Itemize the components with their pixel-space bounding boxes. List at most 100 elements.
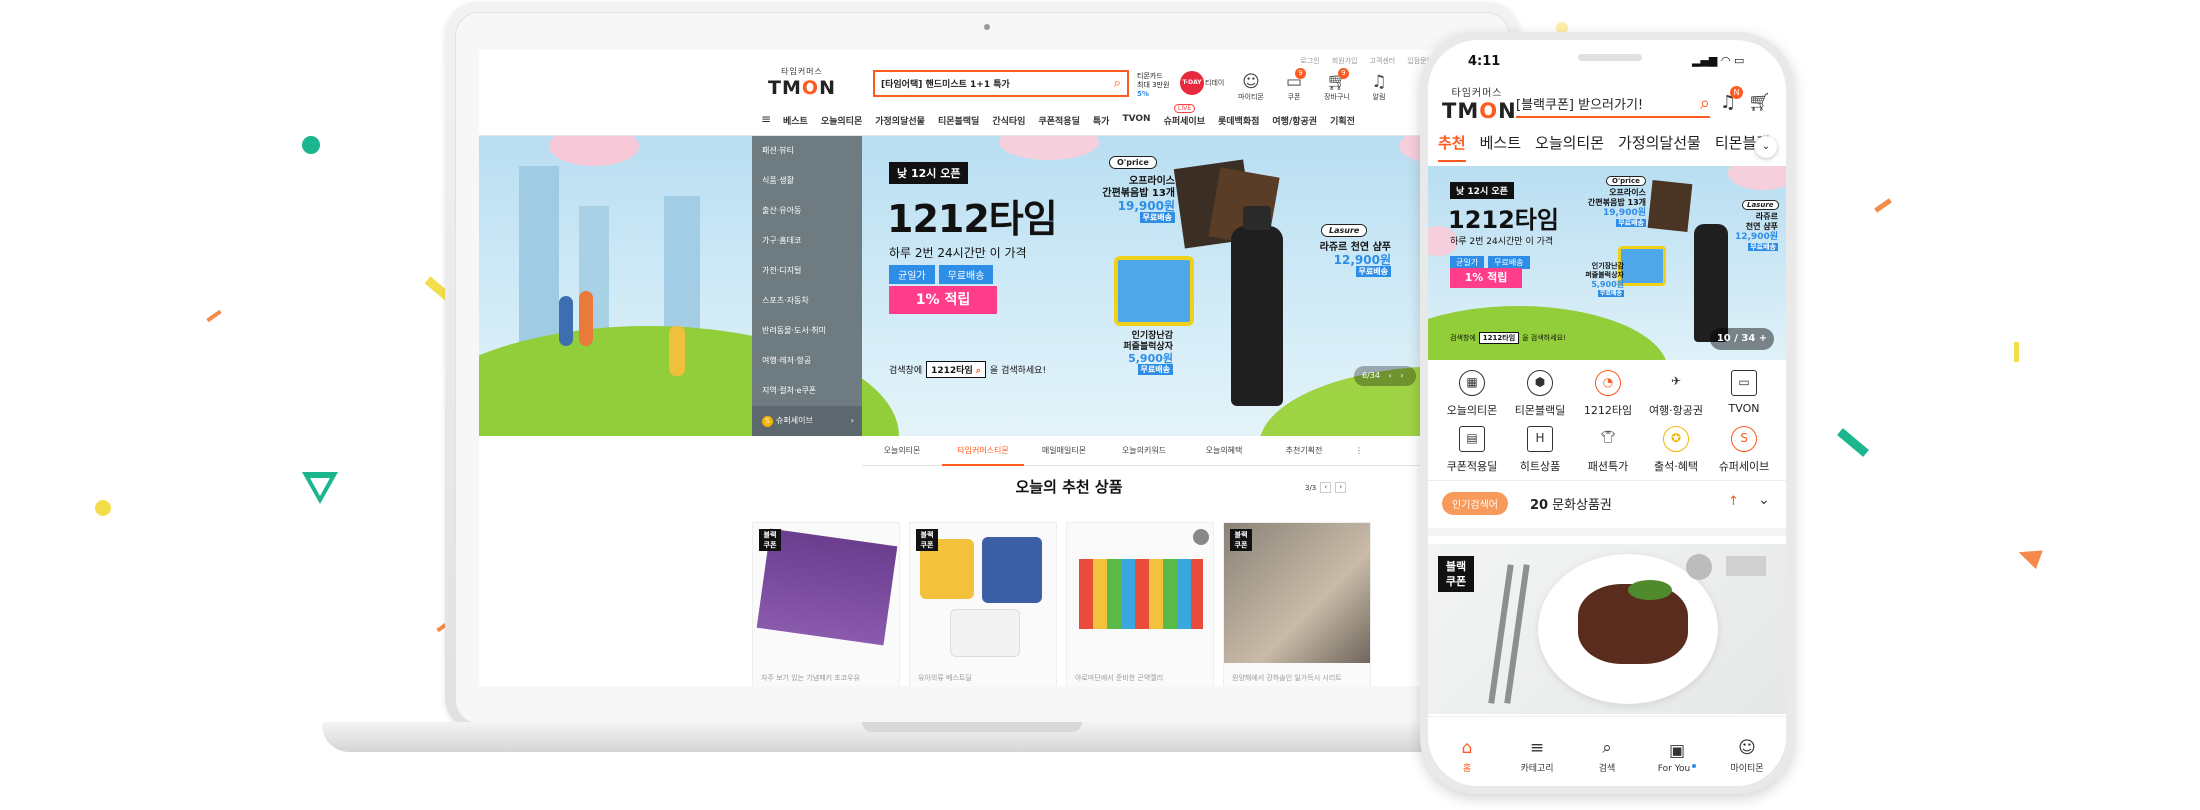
laptop-camera: [984, 24, 990, 30]
toy-name1: 인기장난감: [1131, 331, 1173, 341]
bottom-tab-home[interactable]: ⌂ 홈: [1432, 738, 1502, 774]
cart-icon[interactable]: 🛒︎: [1748, 92, 1771, 113]
hint-suffix: 을 검색하세요!: [1522, 334, 1566, 342]
category-item[interactable]: 여행·레저·항공: [752, 346, 862, 376]
my-tmon-button[interactable]: ☺ 마이티몬: [1231, 72, 1271, 102]
quick-menu-super-save[interactable]: S 슈퍼세이브: [1708, 426, 1780, 474]
phone-search-input[interactable]: [블랙쿠폰] 받으러가기!: [1516, 94, 1700, 113]
product-card[interactable]: 블랙 쿠폰 유아의류 베스트딜: [909, 522, 1057, 686]
toy-product-text: 인기장난감 퍼즐블럭상자 5,900원 무료배송: [1097, 331, 1173, 376]
subtab-more-icon[interactable]: ⋮: [1344, 436, 1374, 466]
phone-logo[interactable]: 타임커머스 TMON: [1442, 84, 1516, 123]
nav-item[interactable]: 특가: [1093, 114, 1110, 127]
garnish-image: [1628, 580, 1672, 600]
product-card[interactable]: 블랙 쿠폰 자주 보기 있는 기념패키 초코우유: [752, 522, 900, 686]
phone-search-box[interactable]: [블랙쿠폰] 받으러가기! ⌕: [1516, 90, 1710, 118]
banner-pager[interactable]: 6/34 ‹ ›: [1354, 366, 1416, 386]
black-coupon-deal[interactable]: 블랙 쿠폰: [1428, 544, 1786, 714]
bottom-tab-category[interactable]: ≡ 카테고리: [1502, 738, 1572, 774]
nav-item[interactable]: 간식타임: [992, 114, 1025, 127]
category-item[interactable]: 식품·생활: [752, 166, 862, 196]
subtab-item[interactable]: 오늘의키워드: [1104, 436, 1184, 466]
chevron-down-icon[interactable]: ⌄: [1758, 492, 1770, 508]
product-card[interactable]: 블랙 쿠폰 원양해에서 강하솔인 일가득시 시리트: [1223, 522, 1371, 686]
quick-menu-hit[interactable]: H 히트상품: [1504, 426, 1576, 474]
tab-family-gift[interactable]: 가정의달선물: [1618, 132, 1701, 166]
nav-item[interactable]: 베스트: [783, 114, 808, 127]
category-item[interactable]: 가구·홈데코: [752, 226, 862, 256]
subtab-item[interactable]: 매일매일티몬: [1024, 436, 1104, 466]
quick-menu-1212time[interactable]: ◔ 1212타임: [1572, 370, 1644, 418]
super-save-item[interactable]: S 슈퍼세이브 ›: [752, 406, 862, 436]
nav-item[interactable]: 슈퍼세이브: [1164, 114, 1205, 127]
nav-item[interactable]: 가정의달선물: [875, 114, 925, 127]
nav-item[interactable]: 여행/항공권: [1272, 114, 1317, 127]
hero-banner[interactable]: 패션·뷰티 식품·생활 출산·유아동 가구·홈데코 가전·디지털 스포츠·자동차…: [479, 136, 1519, 436]
confetti-stripe: [206, 309, 222, 323]
hamburger-menu-icon[interactable]: ≡: [761, 112, 771, 126]
chevron-left-icon[interactable]: ‹: [1389, 371, 1392, 380]
quick-menu-travel[interactable]: ✈ 여행·항공권: [1640, 370, 1712, 418]
chevron-left-icon[interactable]: ‹: [1320, 482, 1332, 493]
bottom-tab-search[interactable]: ⌕ 검색: [1572, 738, 1642, 774]
nav-item[interactable]: 티몬블랙딜: [938, 114, 979, 127]
category-item[interactable]: 가전·디지털: [752, 256, 862, 286]
nav-item[interactable]: 기획전: [1330, 114, 1355, 127]
subtab-item-active[interactable]: 타임커머스티몬: [942, 436, 1024, 466]
rice-package-image: [1647, 180, 1693, 232]
quick-menu-black-deal[interactable]: ⬢ 티몬블랙딜: [1504, 370, 1576, 418]
quick-menu-tvon[interactable]: ▭ TVON: [1708, 370, 1780, 415]
cart-icon: 🛒︎: [1326, 72, 1348, 92]
chevron-right-icon[interactable]: ›: [1335, 482, 1347, 493]
quick-menu-today[interactable]: ▦ 오늘의티몬: [1436, 370, 1508, 418]
desktop-search-box[interactable]: [타임어택] 핸드미스트 1+1 특가 ⌕: [873, 70, 1129, 97]
nav-item[interactable]: 오늘의티몬: [821, 114, 862, 127]
recommend-title: 오늘의 추천 상품: [1015, 478, 1123, 496]
bottom-tab-my[interactable]: ☺ 마이티몬: [1712, 738, 1782, 774]
tab-expand-button[interactable]: ⌄: [1755, 136, 1777, 158]
tab-today[interactable]: 오늘의티몬: [1535, 132, 1604, 166]
desktop-logo[interactable]: 타임커머스 TMON: [767, 66, 837, 99]
login-link[interactable]: 로그인: [1300, 56, 1319, 66]
toy-product-text: 인기장난감 퍼즐블럭상자 5,900원 무료배송: [1560, 262, 1624, 298]
notification-button[interactable]: ♫ 알림: [1359, 72, 1399, 102]
coupon-button[interactable]: ▭ 9 쿠폰: [1274, 68, 1314, 102]
quick-menu-attendance[interactable]: ✪ 출석·혜택: [1640, 426, 1712, 474]
category-item[interactable]: 반려동물·도서·취미: [752, 316, 862, 346]
subtab-item[interactable]: 오늘의혜택: [1184, 436, 1264, 466]
signup-link[interactable]: 회원가입: [1332, 56, 1358, 66]
tab-recommend-active[interactable]: 추천: [1438, 132, 1466, 162]
tab-best[interactable]: 베스트: [1480, 132, 1521, 166]
phone-hero-banner[interactable]: 낮 12시 오픈 1212타임 하루 2번 24시간만 이 가격 균일가 무료배송…: [1428, 166, 1786, 360]
category-item[interactable]: 스포츠·자동차: [752, 286, 862, 316]
category-item[interactable]: 지역·컬처·e쿠폰: [752, 376, 862, 406]
chevron-right-icon[interactable]: ›: [1400, 371, 1403, 380]
search-icon[interactable]: ⌕: [1114, 76, 1127, 91]
search-icon[interactable]: ⌕: [1700, 93, 1710, 114]
customer-center-link[interactable]: 고객센터: [1369, 56, 1395, 66]
oprice-ship: 무료배송: [1616, 219, 1646, 227]
cart-button[interactable]: 🛒︎ 9 장바구니: [1317, 68, 1357, 102]
banner-pager[interactable]: 10 / 34 +: [1710, 328, 1774, 350]
shampoo-pump-image: [1243, 206, 1271, 230]
nav-item[interactable]: 롯데백화점: [1218, 114, 1259, 127]
popular-search-term[interactable]: 20 문화상품권: [1530, 494, 1612, 513]
brand-logo: [1726, 556, 1766, 576]
card-promo[interactable]: 티몬카드 최대 3만원5%: [1137, 72, 1175, 99]
subtab-item[interactable]: 오늘의티몬: [862, 436, 942, 466]
nav-item[interactable]: 쿠폰적용딜: [1038, 114, 1079, 127]
subtab-item[interactable]: 추천기획전: [1264, 436, 1344, 466]
user-icon: ☺: [1242, 72, 1260, 92]
toy-box-image: [1114, 256, 1194, 326]
quick-menu-fashion[interactable]: 👕︎ 패션특가: [1572, 426, 1644, 474]
nav-item[interactable]: TVON: [1122, 114, 1150, 127]
tday-badge[interactable]: T-DAY: [1180, 71, 1204, 95]
desktop-search-input[interactable]: [타임어택] 핸드미스트 1+1 특가: [875, 77, 1114, 90]
category-item[interactable]: 출산·유아동: [752, 196, 862, 226]
oprice-ship-wrap: 무료배송: [1075, 212, 1175, 224]
category-item[interactable]: 패션·뷰티: [752, 136, 862, 166]
bottom-tab-foryou[interactable]: ▣ For You: [1642, 741, 1712, 774]
quick-menu-coupon[interactable]: ▤ 쿠폰적용딜: [1436, 426, 1508, 474]
notification-button[interactable]: ♫ N: [1720, 86, 1743, 113]
product-card[interactable]: 아로마단에서 준비한 곤약젤리: [1066, 522, 1214, 686]
